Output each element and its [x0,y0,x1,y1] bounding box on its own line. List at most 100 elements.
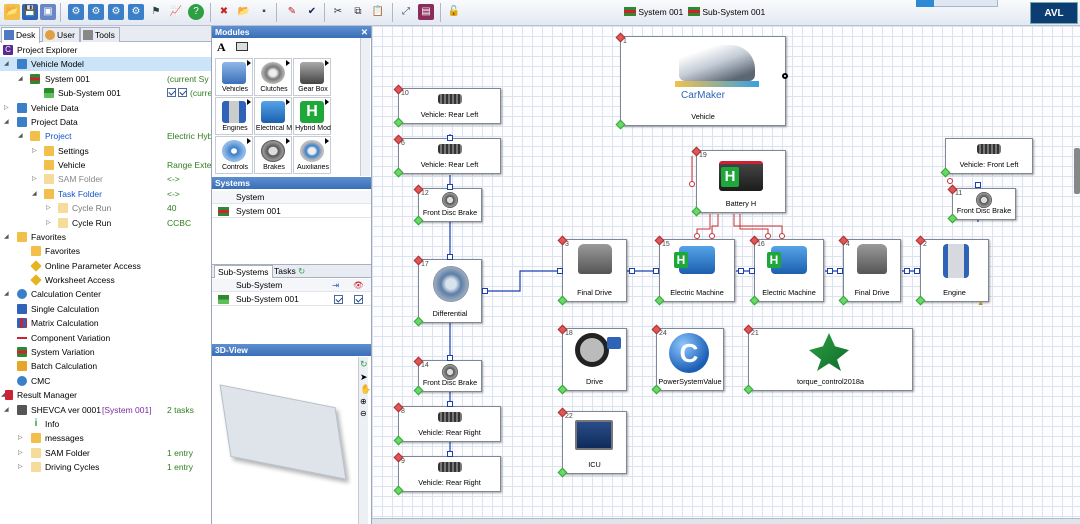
port[interactable] [749,268,755,274]
modules-scrollbar[interactable] [360,38,370,176]
book-icon[interactable]: ▤ [418,4,434,20]
expand-arrow-icon[interactable]: ▷ [32,147,37,154]
port[interactable] [447,355,453,361]
tree-item[interactable]: Worksheet Access [0,273,211,287]
pan-icon[interactable]: ✋ [360,384,371,395]
tab-desk[interactable]: Desk [1,27,41,43]
tree-item[interactable]: ▷ SAM Folder <-> [0,172,211,186]
tree-item[interactable]: ◢ Task Folder <-> [0,187,211,201]
zoom-icon[interactable]: ⊕ [360,397,367,406]
close-icon[interactable]: ✕ [361,26,368,38]
save-all-icon[interactable]: ▣ [40,4,56,20]
expand-arrow-icon[interactable]: ▷ [32,175,37,182]
system-row[interactable]: System 001 [212,205,371,218]
block-front-disc-brake-14[interactable]: 14 Front Disc Brake [413,356,482,396]
tree-item[interactable]: ▷ Vehicle Data [0,101,211,115]
block-rear-left-6[interactable]: 6 Vehicle: Rear Left [393,134,501,178]
copy-icon[interactable]: ⧉ [350,4,366,20]
port[interactable] [653,268,659,274]
tree-item[interactable]: ▷ messages [0,431,211,445]
block-electric-machine-16[interactable]: 16 H Electric Machine [749,235,824,306]
module-auxiliaries[interactable]: Auxiliaries [293,136,331,174]
delete-icon[interactable]: ✖ [216,4,232,20]
tree-item[interactable]: ◢ Project Electric Hyb [0,129,211,143]
subsystem-checkbox[interactable] [178,88,187,97]
canvas-horizontal-scrollbar[interactable] [372,518,1080,524]
flag-icon[interactable]: ⚑ [148,4,164,20]
lock-icon[interactable]: 🔓 [446,4,462,20]
block-differential[interactable]: 17 Differential [413,255,482,327]
module-hybrid[interactable]: H Hybrid Mod [293,97,331,135]
block-engine[interactable]: 2 Engine ▲ [915,235,989,307]
port[interactable] [447,451,453,457]
chart-icon[interactable]: 📈 [168,4,184,20]
model-edit-icon[interactable]: ⚙ [88,4,104,20]
subsystem-checkbox[interactable] [354,295,363,304]
tree-item[interactable]: System Variation [0,345,211,359]
tab-user[interactable]: User [42,27,80,42]
expand-arrow-icon[interactable]: ▷ [18,463,23,470]
open-icon[interactable]: 📂 [236,4,252,20]
module-brakes[interactable]: Brakes [254,136,292,174]
tree-item[interactable]: Online Parameter Access [0,259,211,273]
block-power-system-value[interactable]: 24 C PowerSystemValue [651,324,724,395]
block-torque-control[interactable]: 21 torque_control2018a [743,324,913,395]
tree-item[interactable]: Batch Calculation [0,359,211,373]
tree-item[interactable]: Matrix Calculation [0,316,211,330]
tree-item[interactable]: Vehicle Range Exte [0,158,211,172]
power-port[interactable] [779,233,785,239]
model-settings-icon[interactable]: ⚙ [108,4,124,20]
module-engines[interactable]: Engines [215,97,253,135]
canvas-vertical-scrollbar[interactable] [1074,148,1080,194]
subsystem-checkbox[interactable] [334,295,343,304]
expand-arrow-icon[interactable]: ◢ [4,406,9,413]
module-gear-box[interactable]: Gear Box [293,58,331,96]
module-electrical[interactable]: Electrical M [254,97,292,135]
block-final-drive-4[interactable]: 4 Final Drive [838,235,901,306]
tree-item[interactable]: ▷ Settings [0,144,211,158]
tree-item[interactable]: ▷ Driving Cycles 1 entry [0,460,211,474]
block-vehicle[interactable]: 1 CarMaker Vehicle [615,32,788,130]
block-rear-left-10[interactable]: 10 Vehicle: Rear Left [393,84,501,128]
disk-icon[interactable]: ▪ [256,4,272,20]
tree-item[interactable]: ▷ Cycle Run CCBC [0,216,211,230]
port[interactable] [914,268,920,274]
subsystem-checkbox[interactable] [167,88,176,97]
subsystem-row[interactable]: Sub-System 001 [212,293,371,306]
tree-item[interactable]: i Info [0,417,211,431]
power-port[interactable] [947,178,953,184]
power-port[interactable] [765,233,771,239]
model-canvas[interactable]: 1 CarMaker Vehicle 10 Vehicle: Rear Left … [372,26,1080,524]
paste-icon[interactable]: 📋 [370,4,386,20]
tree-item[interactable]: Component Variation [0,331,211,345]
tree-item[interactable]: Favorites [0,244,211,258]
block-battery-h[interactable]: 19 H Battery H [691,146,786,217]
block-icu[interactable]: 22 ICU [557,407,627,478]
block-electric-machine-15[interactable]: 15 H Electric Machine [654,235,735,306]
3d-view-area[interactable] [212,357,358,524]
tree-item[interactable]: ▷ SAM Folder 1 entry [0,446,211,460]
port[interactable] [837,268,843,274]
output-port[interactable] [782,73,788,79]
tab-tasks[interactable]: Tasks ↻ [271,265,308,278]
block-rear-right-9[interactable]: 9 Vehicle: Rear Right [393,452,501,496]
port[interactable] [975,182,981,188]
subsystem-column-header[interactable]: Sub-System ⇥ 👁 [212,279,371,292]
port[interactable] [904,268,910,274]
spellcheck-icon[interactable]: ✔ [304,4,320,20]
module-controls[interactable]: Controls [215,136,253,174]
block-front-disc-brake-11[interactable]: 11 Front Disc Brake [947,184,1016,224]
tab-sub-systems[interactable]: Sub-Systems [214,265,273,278]
block-rear-right-8[interactable]: 8 Vehicle: Rear Right [393,402,501,446]
tree-item[interactable]: CMC [0,374,211,388]
refresh-3d-icon[interactable]: ↻ [360,359,368,370]
tree-item[interactable]: C Project Explorer [0,43,211,57]
expand-arrow-icon[interactable]: ◢ [18,132,23,139]
port[interactable] [447,254,453,260]
pointer-icon[interactable]: ➤ [360,372,368,383]
tree-item[interactable]: ◢ Vehicle Model [0,57,211,72]
tree-item[interactable]: ◢ Project Data [0,115,211,129]
module-vehicles[interactable]: Vehicles [215,58,253,96]
power-port[interactable] [709,233,715,239]
expand-arrow-icon[interactable]: ◢ [32,190,37,197]
